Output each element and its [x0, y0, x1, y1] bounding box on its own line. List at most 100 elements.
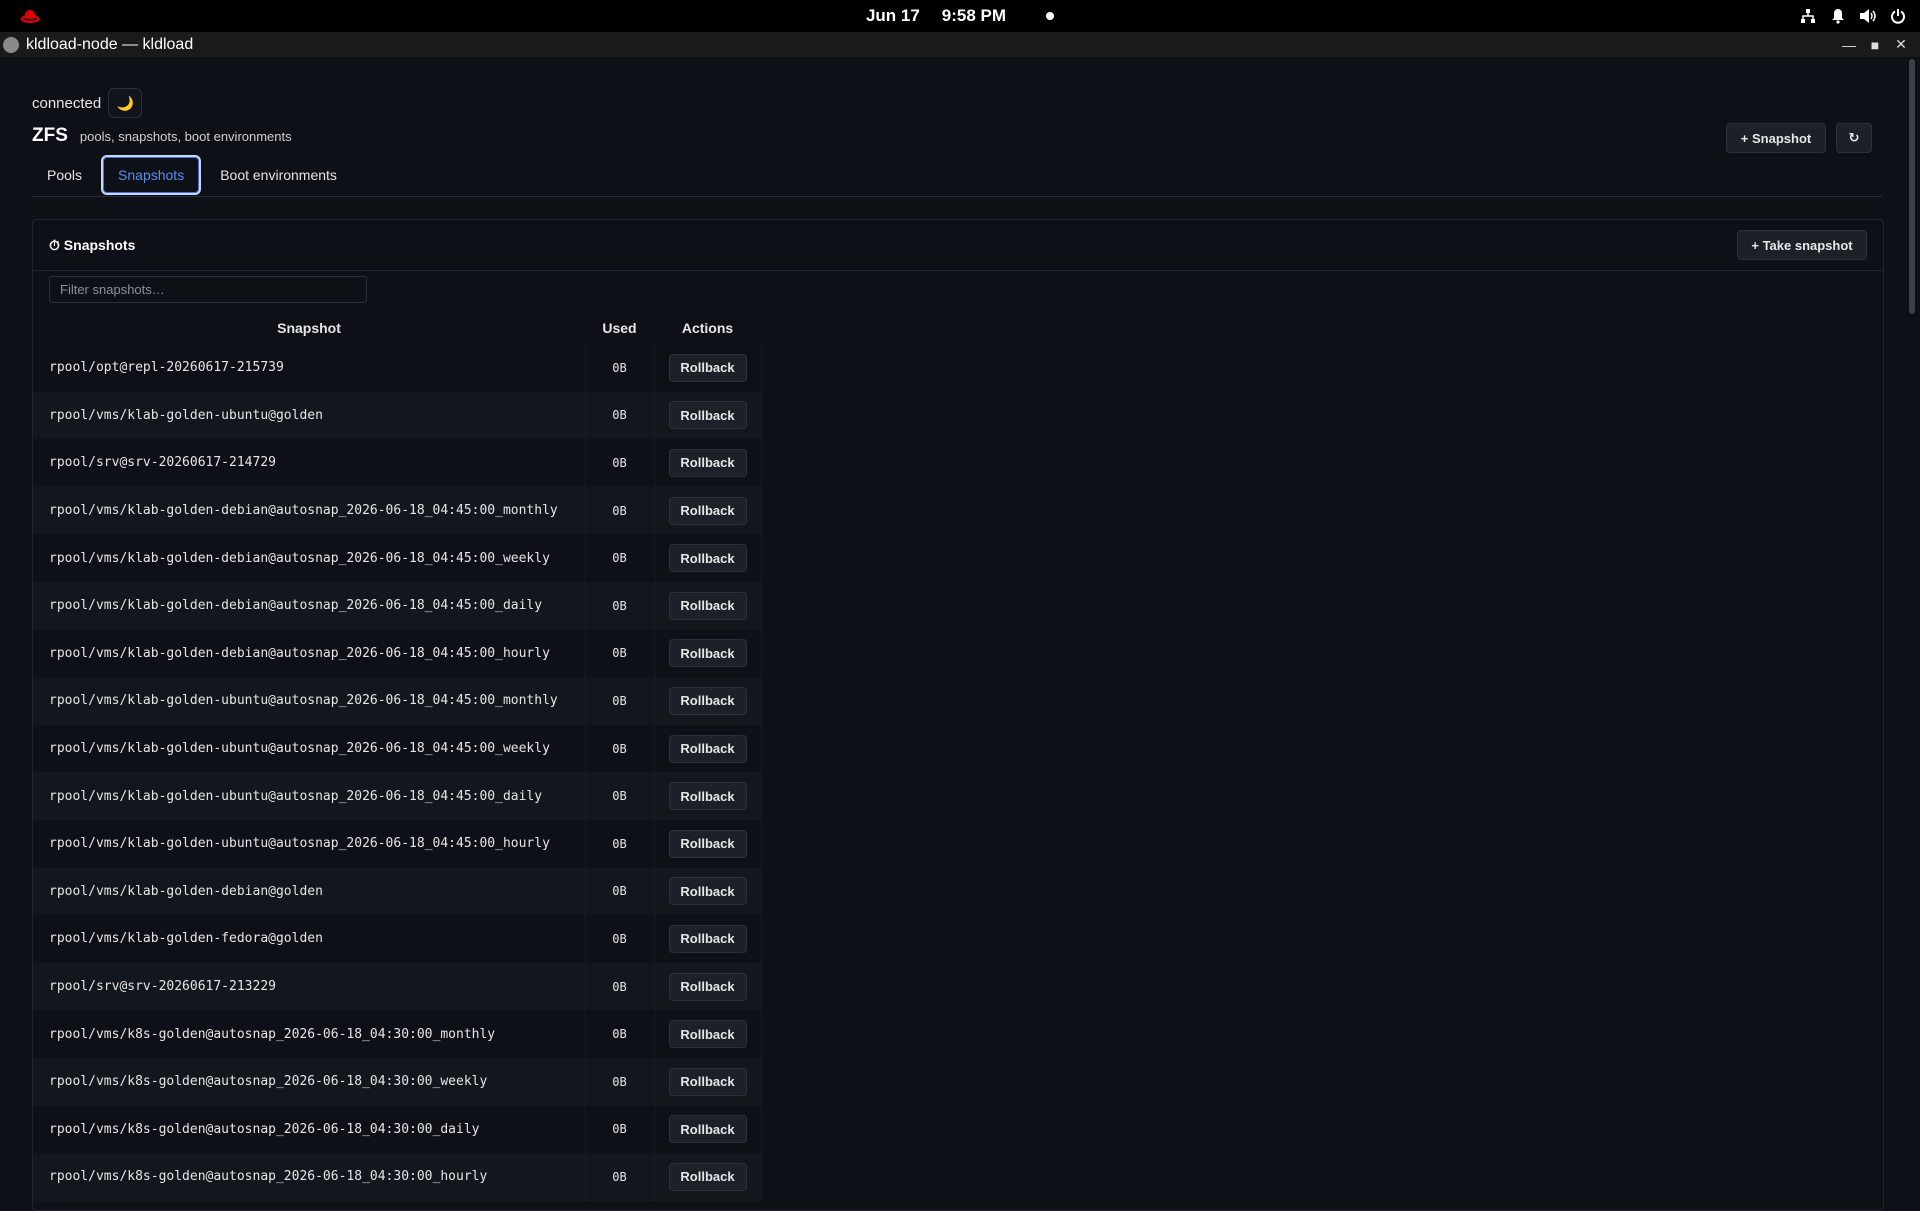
actions-cell: Rollback	[654, 344, 762, 392]
snapshot-used: 0B	[585, 534, 655, 582]
actions-cell: Rollback	[654, 867, 762, 916]
scrollbar-thumb[interactable]	[1909, 59, 1915, 314]
rollback-button[interactable]: Rollback	[668, 544, 747, 573]
redhat-logo-icon[interactable]	[20, 8, 40, 24]
page-scrollbar[interactable]	[1904, 57, 1920, 1200]
table-row: rpool/vms/klab-golden-ubuntu@autosnap_20…	[33, 819, 762, 868]
actions-cell: Rollback	[654, 1105, 762, 1154]
rollback-button[interactable]: Rollback	[668, 877, 747, 906]
window-title: kldload-node — kldload	[26, 35, 194, 53]
page-header: ZFS pools, snapshots, boot environments	[32, 125, 292, 147]
refresh-button[interactable]: ↻	[1836, 123, 1872, 153]
table-row: rpool/vms/k8s-golden@autosnap_2026-06-18…	[33, 1153, 762, 1201]
snapshot-name: rpool/vms/k8s-golden@autosnap_2026-06-18…	[33, 1057, 586, 1106]
snapshots-table: Snapshot Used Actions rpool/opt@repl-202…	[33, 312, 762, 1201]
theme-toggle-button[interactable]: 🌙	[108, 88, 143, 118]
snapshot-used: 0B	[585, 486, 655, 535]
actions-cell: Rollback	[654, 1153, 762, 1201]
snapshot-name: rpool/vms/k8s-golden@autosnap_2026-06-18…	[33, 1010, 586, 1058]
system-tray	[1798, 6, 1908, 26]
table-row: rpool/vms/klab-golden-ubuntu@golden 0B Rol…	[33, 391, 762, 440]
table-row: rpool/vms/klab-golden-debian@autosnap_20…	[33, 629, 762, 678]
tab-snapshots[interactable]: Snapshots	[101, 154, 202, 195]
bell-icon[interactable]	[1828, 6, 1848, 26]
close-icon[interactable]: ✕	[1894, 36, 1908, 53]
actions-cell: Rollback	[654, 391, 762, 440]
actions-cell: Rollback	[654, 962, 762, 1011]
rollback-button[interactable]: Rollback	[668, 591, 747, 620]
snapshot-used: 0B	[585, 724, 655, 773]
rollback-button[interactable]: Rollback	[668, 1067, 747, 1096]
app-icon	[3, 36, 19, 53]
filter-snapshots-input[interactable]	[49, 276, 367, 303]
table-row: rpool/vms/k8s-golden@autosnap_2026-06-18…	[33, 1105, 762, 1154]
table-row: rpool/vms/klab-golden-ubuntu@autosnap_20…	[33, 677, 762, 725]
rollback-button[interactable]: Rollback	[668, 401, 747, 430]
rollback-button[interactable]: Rollback	[668, 448, 747, 477]
snapshot-name: rpool/vms/klab-golden-ubuntu@autosnap_20…	[33, 819, 586, 868]
snapshot-used: 0B	[585, 1153, 655, 1201]
table-row: rpool/vms/klab-golden-debian@golden 0B Rol…	[33, 867, 762, 916]
actions-cell: Rollback	[654, 1010, 762, 1058]
table-row: rpool/vms/klab-golden-fedora@golden 0B Rol…	[33, 915, 762, 963]
snapshot-used: 0B	[585, 1010, 655, 1058]
snapshot-used: 0B	[585, 867, 655, 916]
snapshot-used: 0B	[585, 962, 655, 1011]
rollback-button[interactable]: Rollback	[668, 972, 747, 1001]
column-header-used[interactable]: Used	[585, 312, 654, 344]
snapshot-used: 0B	[585, 629, 655, 678]
snapshots-panel: ⏱ Snapshots + Take snapshot Snapshot Use…	[32, 219, 1884, 1211]
rollback-button[interactable]: Rollback	[668, 639, 747, 668]
panel-title: ⏱ Snapshots	[49, 236, 136, 253]
rollback-button[interactable]: Rollback	[668, 1020, 747, 1049]
actions-cell: Rollback	[654, 677, 762, 725]
snapshot-name: rpool/vms/klab-golden-ubuntu@autosnap_20…	[33, 772, 586, 820]
snapshot-used: 0B	[585, 915, 655, 963]
rollback-button[interactable]: Rollback	[668, 496, 747, 525]
snapshot-used: 0B	[585, 677, 655, 725]
snapshots-table-body: rpool/opt@repl-20260617-215739 0B Rollback…	[33, 344, 762, 1201]
rollback-button[interactable]: Rollback	[668, 924, 747, 953]
system-clock[interactable]: Jun 17 9:58 PM	[866, 6, 1055, 26]
table-row: rpool/opt@repl-20260617-215739 0B Rollback	[33, 344, 762, 392]
volume-icon[interactable]	[1858, 6, 1878, 26]
network-icon[interactable]	[1798, 6, 1818, 26]
snapshot-name: rpool/srv@srv-20260617-214729	[33, 439, 586, 487]
actions-cell: Rollback	[654, 724, 762, 773]
maximize-icon[interactable]: ■	[1868, 37, 1882, 53]
table-row: rpool/vms/klab-golden-debian@autosnap_20…	[33, 534, 762, 582]
window-title-bar[interactable]: kldload-node — kldload — ■ ✕	[0, 32, 1920, 57]
rollback-button[interactable]: Rollback	[668, 686, 747, 715]
rollback-button[interactable]: Rollback	[668, 1115, 747, 1144]
snapshot-used: 0B	[585, 391, 655, 440]
rollback-button[interactable]: Rollback	[668, 829, 747, 858]
snapshot-name: rpool/srv@srv-20260617-213229	[33, 962, 586, 1011]
notification-dot-icon	[1046, 12, 1055, 20]
snapshot-name: rpool/vms/klab-golden-ubuntu@autosnap_20…	[33, 724, 586, 773]
actions-cell: Rollback	[654, 772, 762, 820]
tab-boot-environments[interactable]: Boot environments	[205, 157, 352, 193]
snapshot-name: rpool/vms/klab-golden-ubuntu@golden	[33, 391, 586, 440]
header-actions: + Snapshot ↻	[1726, 123, 1872, 153]
connection-status: connected 🌙	[32, 88, 143, 118]
actions-cell: Rollback	[654, 629, 762, 678]
snapshot-name: rpool/vms/klab-golden-ubuntu@autosnap_20…	[33, 677, 586, 725]
rollback-button[interactable]: Rollback	[668, 782, 747, 811]
snapshot-name: rpool/vms/klab-golden-debian@autosnap_20…	[33, 486, 586, 535]
table-row: rpool/vms/k8s-golden@autosnap_2026-06-18…	[33, 1057, 762, 1106]
take-snapshot-button[interactable]: + Take snapshot	[1737, 230, 1867, 260]
rollback-button[interactable]: Rollback	[668, 734, 747, 763]
rollback-button[interactable]: Rollback	[668, 353, 747, 382]
clock-time: 9:58 PM	[941, 6, 1007, 25]
actions-cell: Rollback	[654, 1057, 762, 1106]
table-row: rpool/vms/klab-golden-debian@autosnap_20…	[33, 581, 762, 630]
power-icon[interactable]	[1888, 6, 1908, 26]
tab-pools[interactable]: Pools	[32, 157, 97, 193]
rollback-button[interactable]: Rollback	[668, 1162, 747, 1191]
snapshot-used: 0B	[585, 1057, 655, 1106]
actions-cell: Rollback	[654, 534, 762, 582]
snapshot-name: rpool/vms/klab-golden-debian@autosnap_20…	[33, 629, 586, 678]
minimize-icon[interactable]: —	[1842, 37, 1856, 53]
new-snapshot-button[interactable]: + Snapshot	[1726, 123, 1826, 153]
column-header-snapshot[interactable]: Snapshot	[33, 312, 585, 344]
